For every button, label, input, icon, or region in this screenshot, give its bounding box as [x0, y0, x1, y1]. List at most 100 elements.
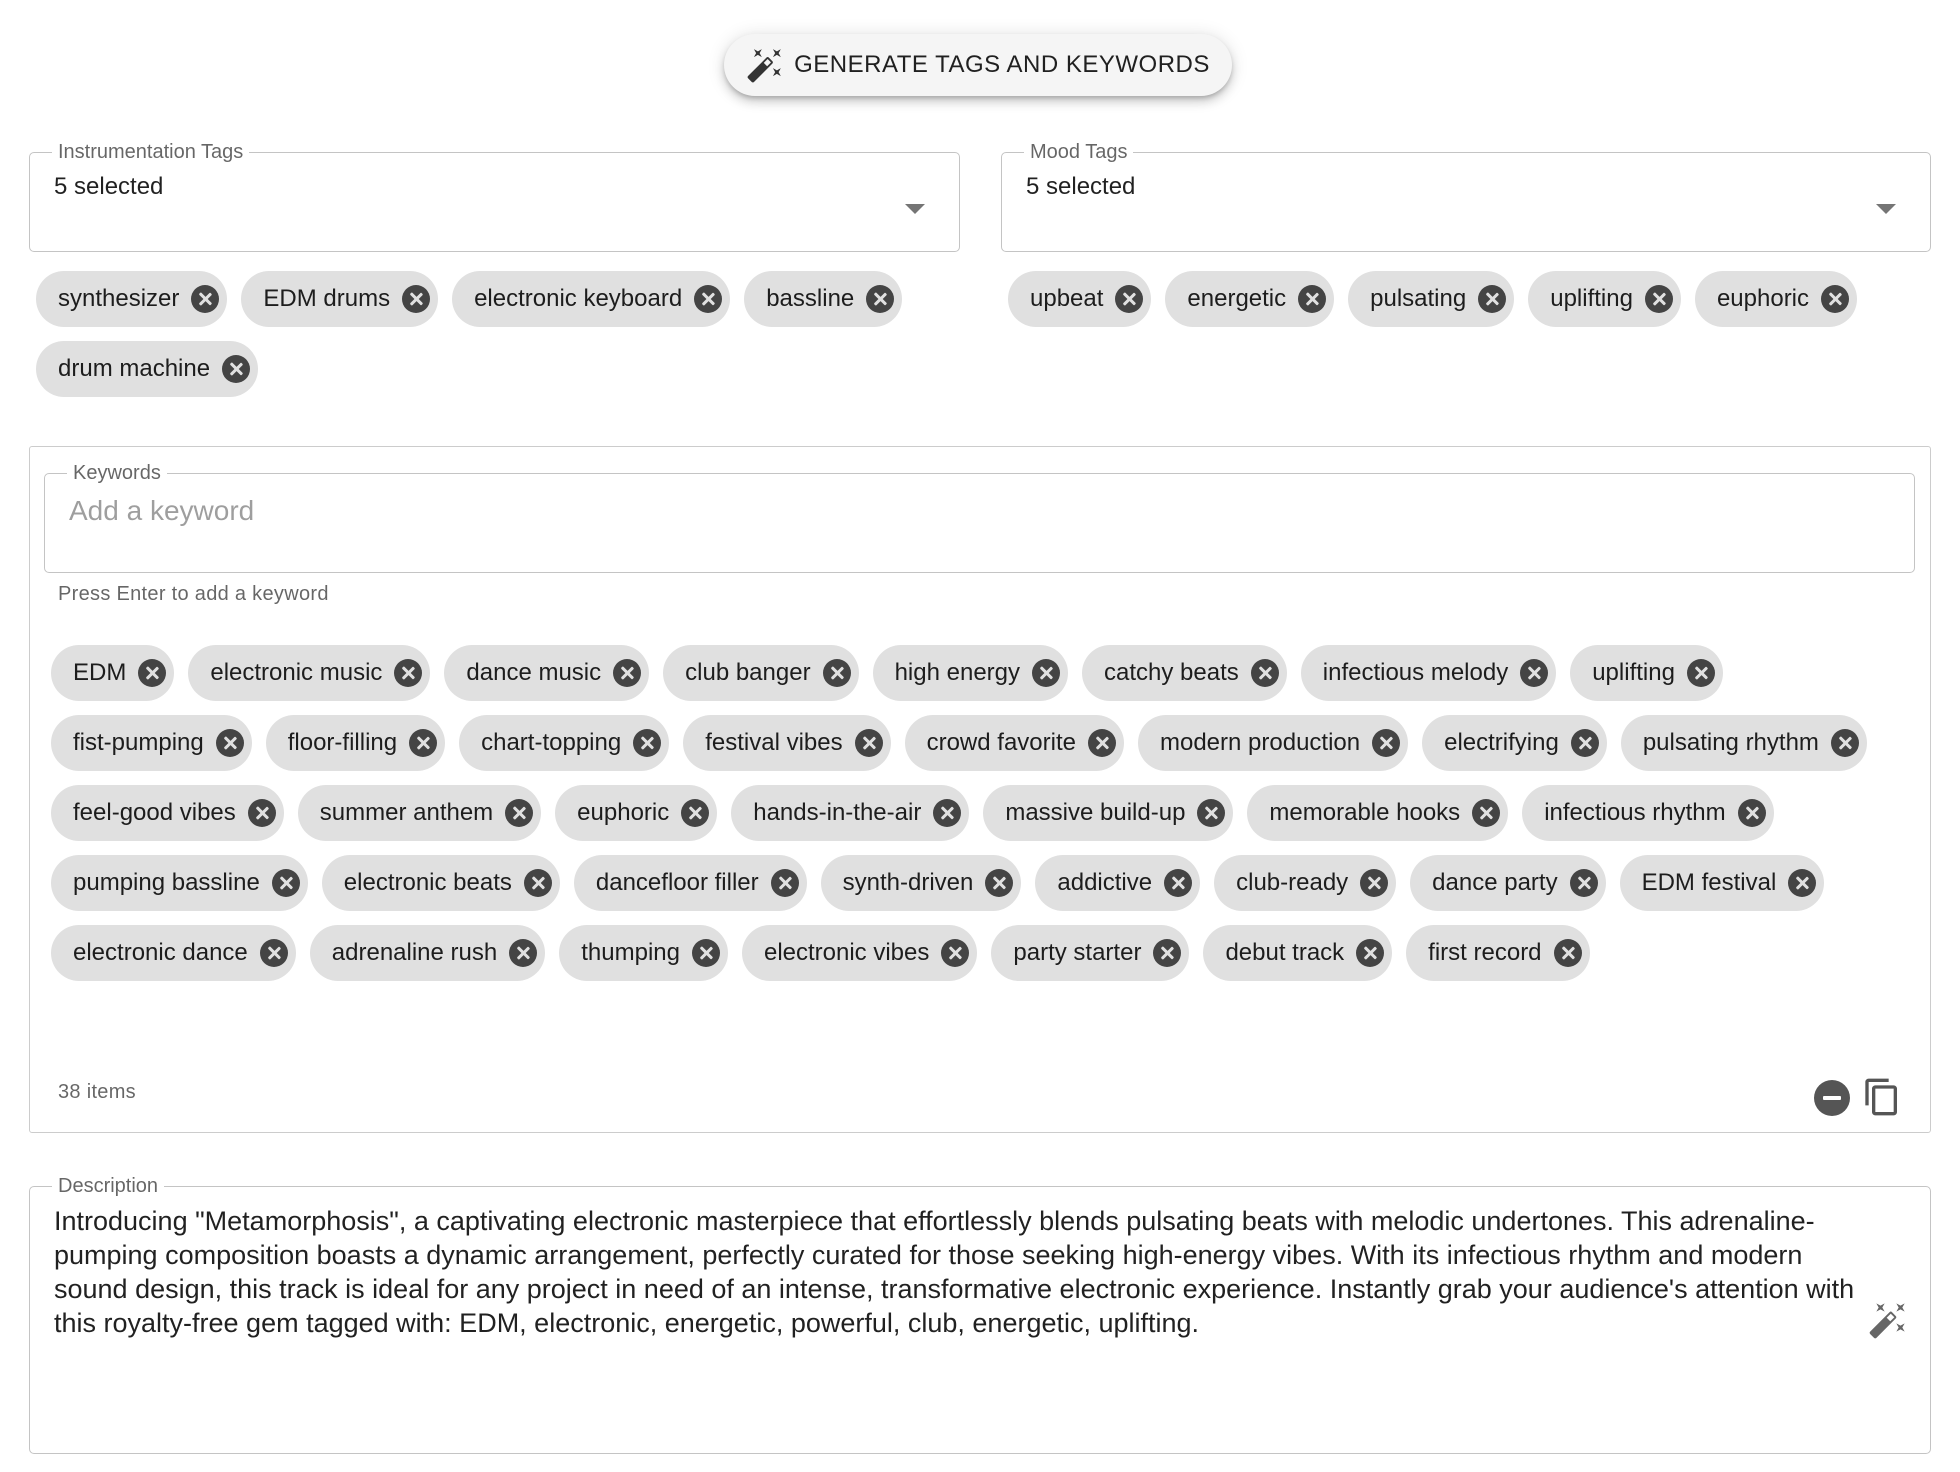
chip-delete-icon[interactable] [770, 869, 799, 897]
chip[interactable]: electronic keyboard [452, 271, 731, 327]
chip-delete-icon[interactable] [1298, 285, 1327, 313]
chip[interactable]: synth-driven [820, 855, 1022, 911]
chip[interactable]: dance music [444, 645, 650, 701]
chip[interactable]: dancefloor filler [573, 855, 807, 911]
chip[interactable]: floor-filling [265, 715, 446, 771]
chip-delete-icon[interactable] [866, 285, 895, 313]
chip[interactable]: massive build-up [983, 785, 1234, 841]
chip[interactable]: dance party [1410, 855, 1606, 911]
chip[interactable]: crowd favorite [904, 715, 1124, 771]
chip-delete-icon[interactable] [681, 799, 710, 827]
chip[interactable]: uplifting [1570, 645, 1723, 701]
chip[interactable]: euphoric [555, 785, 718, 841]
chip[interactable]: memorable hooks [1247, 785, 1509, 841]
chip-delete-icon[interactable] [1686, 659, 1715, 687]
chip-delete-icon[interactable] [523, 869, 552, 897]
chip-delete-icon[interactable] [1788, 869, 1817, 897]
chip-delete-icon[interactable] [215, 729, 244, 757]
chip-delete-icon[interactable] [691, 939, 720, 967]
chip[interactable]: pulsating [1348, 271, 1515, 327]
chip-delete-icon[interactable] [933, 799, 962, 827]
chip-delete-icon[interactable] [1830, 729, 1859, 757]
chip-delete-icon[interactable] [633, 729, 662, 757]
chip[interactable]: festival vibes [683, 715, 891, 771]
chip-delete-icon[interactable] [509, 939, 538, 967]
chip[interactable]: feel-good vibes [51, 785, 284, 841]
chip-delete-icon[interactable] [1737, 799, 1766, 827]
chip-delete-icon[interactable] [394, 659, 423, 687]
mood-select[interactable]: Mood Tags 5 selected [1001, 142, 1931, 252]
chip[interactable]: EDM drums [241, 271, 439, 327]
chip-delete-icon[interactable] [1153, 939, 1182, 967]
chip-delete-icon[interactable] [505, 799, 534, 827]
chip[interactable]: high energy [872, 645, 1069, 701]
chip[interactable]: infectious melody [1300, 645, 1557, 701]
chip[interactable]: pumping bassline [51, 855, 308, 911]
keyword-input[interactable] [69, 495, 1890, 527]
chip-delete-icon[interactable] [191, 285, 220, 313]
chip[interactable]: uplifting [1528, 271, 1681, 327]
chip[interactable]: EDM festival [1619, 855, 1825, 911]
chip[interactable]: addictive [1035, 855, 1201, 911]
chip[interactable]: pulsating rhythm [1620, 715, 1867, 771]
chip-delete-icon[interactable] [1472, 799, 1501, 827]
chip[interactable]: chart-topping [459, 715, 670, 771]
chip-delete-icon[interactable] [1644, 285, 1673, 313]
chip[interactable]: club banger [663, 645, 859, 701]
chip[interactable]: electronic music [188, 645, 431, 701]
remove-all-icon[interactable] [1814, 1080, 1850, 1116]
chip-delete-icon[interactable] [985, 869, 1014, 897]
chip[interactable]: drum machine [36, 341, 259, 397]
chip[interactable]: thumping [559, 925, 728, 981]
chip-delete-icon[interactable] [247, 799, 276, 827]
chip[interactable]: energetic [1165, 271, 1335, 327]
chip-delete-icon[interactable] [1032, 659, 1061, 687]
chip-delete-icon[interactable] [1570, 729, 1599, 757]
chip[interactable]: electronic beats [321, 855, 560, 911]
chip[interactable]: upbeat [1008, 271, 1152, 327]
chip[interactable]: electrifying [1422, 715, 1607, 771]
chip-delete-icon[interactable] [1372, 729, 1401, 757]
chip[interactable]: adrenaline rush [309, 925, 546, 981]
chip-delete-icon[interactable] [1115, 285, 1144, 313]
chip-delete-icon[interactable] [1569, 869, 1598, 897]
chip-delete-icon[interactable] [613, 659, 642, 687]
chip[interactable]: EDM [51, 645, 175, 701]
chip[interactable]: bassline [744, 271, 903, 327]
copy-icon[interactable] [1862, 1075, 1902, 1119]
keywords-field[interactable]: Keywords [44, 463, 1915, 573]
chip-delete-icon[interactable] [1821, 285, 1850, 313]
chip[interactable]: party starter [991, 925, 1190, 981]
chip-delete-icon[interactable] [1197, 799, 1226, 827]
chip-delete-icon[interactable] [694, 285, 723, 313]
generate-tags-button[interactable]: GENERATE TAGS AND KEYWORDS [724, 34, 1232, 96]
chip-delete-icon[interactable] [1478, 285, 1507, 313]
chip-delete-icon[interactable] [1087, 729, 1116, 757]
chip-delete-icon[interactable] [822, 659, 851, 687]
chip[interactable]: electronic dance [51, 925, 296, 981]
chip[interactable]: debut track [1203, 925, 1393, 981]
chip[interactable]: catchy beats [1082, 645, 1287, 701]
chevron-down-icon[interactable] [905, 204, 925, 214]
chip-delete-icon[interactable] [1520, 659, 1549, 687]
chevron-down-icon[interactable] [1876, 204, 1896, 214]
chip[interactable]: club-ready [1214, 855, 1397, 911]
chip-delete-icon[interactable] [1250, 659, 1279, 687]
chip[interactable]: infectious rhythm [1522, 785, 1774, 841]
chip-delete-icon[interactable] [1164, 869, 1193, 897]
chip-delete-icon[interactable] [402, 285, 431, 313]
chip[interactable]: synthesizer [36, 271, 228, 327]
magic-wand-icon[interactable] [1868, 1300, 1908, 1340]
description-field[interactable]: Description Introducing "Metamorphosis",… [29, 1176, 1931, 1454]
chip-delete-icon[interactable] [941, 939, 970, 967]
instrumentation-select[interactable]: Instrumentation Tags 5 selected [29, 142, 960, 252]
chip-delete-icon[interactable] [1553, 939, 1582, 967]
chip-delete-icon[interactable] [1360, 869, 1389, 897]
chip[interactable]: fist-pumping [51, 715, 252, 771]
chip-delete-icon[interactable] [1356, 939, 1385, 967]
chip[interactable]: first record [1406, 925, 1590, 981]
chip-delete-icon[interactable] [259, 939, 288, 967]
chip-delete-icon[interactable] [854, 729, 883, 757]
chip-delete-icon[interactable] [409, 729, 438, 757]
chip-delete-icon[interactable] [138, 659, 167, 687]
